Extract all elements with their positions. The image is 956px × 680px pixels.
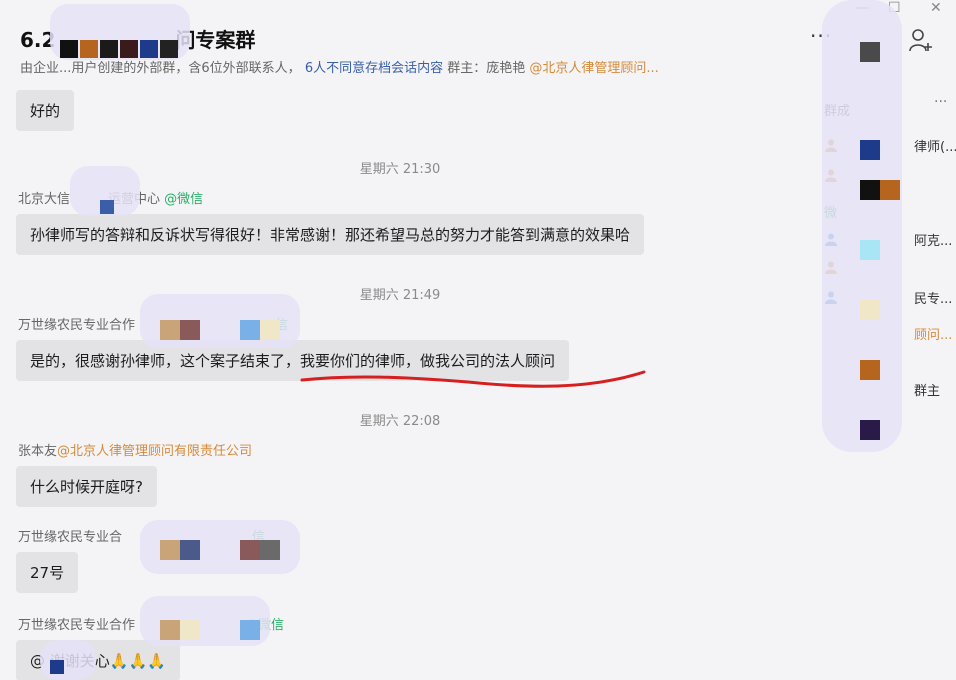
redaction-pixel	[860, 420, 880, 440]
redaction-pixel	[260, 540, 280, 560]
redaction-pixel	[860, 360, 880, 380]
message-bubble[interactable]: 27号	[16, 552, 79, 593]
redaction-pixel	[140, 40, 158, 58]
redaction-pixel	[160, 40, 178, 58]
message-bubble[interactable]: 孙律师写的答辩和反诉状写得很好！非常感谢！那还希望马总的努力才能答到满意的效果哈	[16, 214, 645, 255]
redaction-pixel	[120, 40, 138, 58]
redaction-blur	[40, 640, 96, 680]
group-owner: 群主：庞艳艳	[447, 61, 526, 76]
message-sender: 张本友@北京人律管理顾问有限责任公司	[18, 444, 253, 459]
redaction-pixel	[260, 320, 280, 340]
redaction-pixel	[860, 180, 880, 200]
message-timestamp: 星期六 21:49	[359, 288, 441, 303]
redaction-pixel	[50, 660, 64, 674]
message-bubble[interactable]: 什么时候开庭呀?	[16, 466, 157, 507]
group-description: 由企业...用户创建的外部群，含6位外部联系人，	[20, 61, 301, 76]
message-timestamp: 星期六 22:08	[359, 414, 441, 429]
redaction-pixel	[240, 620, 260, 640]
redaction-pixel	[160, 320, 180, 340]
redaction-pixel	[180, 540, 200, 560]
chat-window: 6.2 问专案群 由企业...用户创建的外部群，含6位外部联系人， 6人不同意存档…	[0, 0, 956, 680]
archive-consent-link[interactable]: 6人不同意存档会话内容	[305, 61, 443, 76]
redaction-pixel	[860, 240, 880, 260]
redaction-pixel	[100, 40, 118, 58]
redaction-pixel	[880, 180, 900, 200]
redaction-pixel	[860, 300, 880, 320]
redaction-pixel	[860, 140, 880, 160]
owner-org: @北京人律管理顾问...	[529, 61, 659, 76]
redaction-pixel	[80, 40, 98, 58]
redaction-blur	[822, 0, 902, 452]
redaction-pixel	[160, 620, 180, 640]
redaction-pixel	[180, 320, 200, 340]
redaction-pixel	[60, 40, 78, 58]
redaction-pixel	[240, 540, 260, 560]
message-bubble[interactable]: 好的	[16, 90, 75, 131]
add-member-icon[interactable]	[908, 27, 934, 53]
red-underline-annotation	[300, 370, 646, 388]
redaction-pixel	[160, 540, 180, 560]
close-button[interactable]: ✕	[930, 0, 942, 16]
redaction-pixel	[860, 42, 880, 62]
members-more-button[interactable]: ···	[934, 94, 947, 110]
redaction-pixel	[100, 200, 114, 214]
redaction-pixel	[240, 320, 260, 340]
redaction-pixel	[180, 620, 200, 640]
